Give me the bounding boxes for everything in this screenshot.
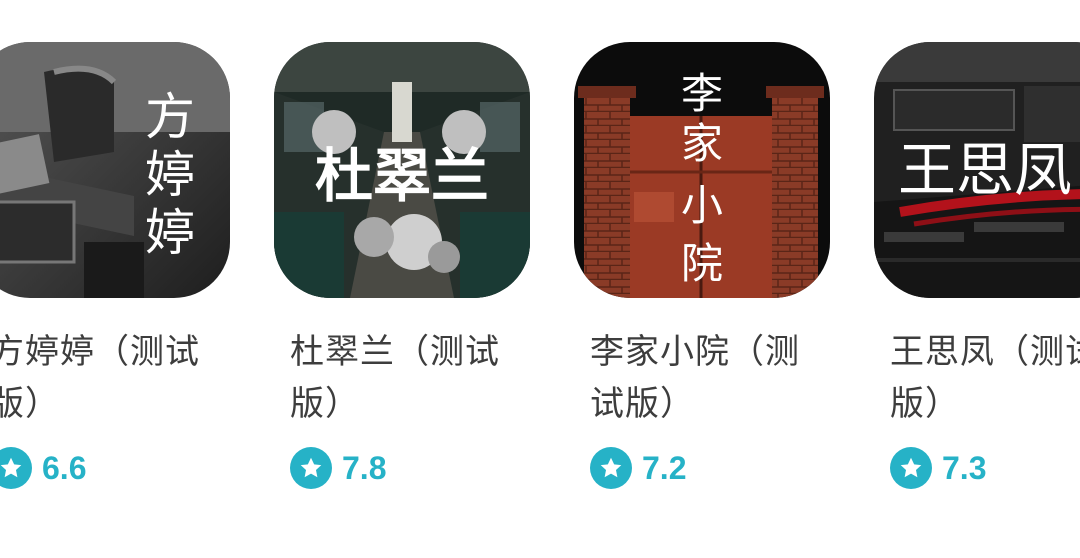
game-rating: 7.3 bbox=[890, 446, 986, 490]
game-title[interactable]: 杜翠兰（测试版） bbox=[290, 326, 520, 430]
icon-title-text: 王思凤 bbox=[898, 136, 1072, 204]
rating-score: 7.2 bbox=[642, 449, 687, 486]
icon-title-text: 杜翠兰 bbox=[315, 142, 489, 210]
game-card-row: 方 婷 婷 方婷婷（测试版） 6.6 杜翠兰 杜翠兰（测试版） 7.8 李 家 … bbox=[0, 0, 1080, 558]
icon-title-char: 方 bbox=[145, 88, 195, 146]
game-title[interactable]: 方婷婷（测试版） bbox=[0, 326, 220, 430]
rating-score: 7.8 bbox=[342, 449, 387, 486]
game-card-ducuilan[interactable]: 杜翠兰 杜翠兰（测试版） 7.8 bbox=[274, 42, 530, 502]
game-rating: 7.8 bbox=[290, 446, 386, 490]
rating-score: 6.6 bbox=[42, 449, 87, 486]
star-icon bbox=[590, 447, 632, 489]
game-title[interactable]: 王思凤（测试版） bbox=[890, 326, 1080, 430]
game-rating: 6.6 bbox=[0, 446, 86, 490]
icon-title-char: 院 bbox=[681, 239, 723, 288]
rating-score: 7.3 bbox=[942, 449, 987, 486]
icon-title-char: 婷 bbox=[145, 204, 195, 262]
icon-title-char: 家 bbox=[681, 119, 723, 168]
star-icon bbox=[290, 447, 332, 489]
brick-gate-icon[interactable]: 李 家 小 院 bbox=[574, 42, 830, 298]
star-icon bbox=[890, 447, 932, 489]
star-icon bbox=[0, 447, 32, 489]
game-title[interactable]: 李家小院（测试版） bbox=[590, 326, 820, 430]
game-card-lijiaxiaoyuan[interactable]: 李 家 小 院 李家小院（测试版） 7.2 bbox=[574, 42, 830, 502]
icon-title-char: 婷 bbox=[145, 146, 195, 204]
classroom-icon[interactable]: 王思凤 bbox=[874, 42, 1080, 298]
dorm-room-icon[interactable]: 方 婷 婷 bbox=[0, 42, 230, 298]
game-card-fangtingting[interactable]: 方 婷 婷 方婷婷（测试版） 6.6 bbox=[0, 42, 230, 502]
game-card-wangsifeng[interactable]: 王思凤 王思凤（测试版） 7.3 bbox=[874, 42, 1080, 502]
train-carriage-icon[interactable]: 杜翠兰 bbox=[274, 42, 530, 298]
icon-title-char: 李 bbox=[681, 69, 723, 118]
icon-title-char: 小 bbox=[681, 181, 723, 230]
game-rating: 7.2 bbox=[590, 446, 686, 490]
